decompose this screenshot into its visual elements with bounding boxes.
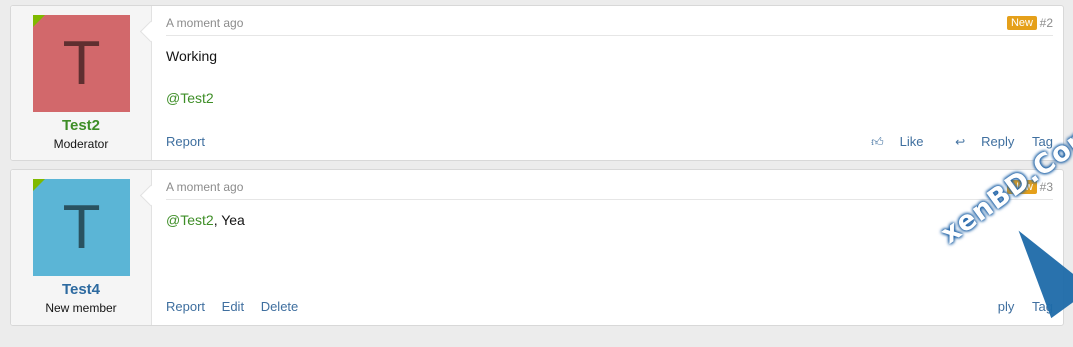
post-content: Working @Test2 [166,46,217,130]
post-content: @Test2, Yea [166,210,245,252]
user-info-panel: T Test4 New member [11,170,152,325]
new-badge: New [1006,16,1037,30]
report-link[interactable]: Report [166,134,205,149]
post-item: T Test4 New member A moment ago New #3 @… [10,169,1064,326]
thumbs-up-icon: 👍︎ [871,135,884,149]
post-number-link[interactable]: #2 [1040,16,1053,30]
reply-arrow-icon: ↩ [955,135,966,149]
edit-link[interactable]: Edit [222,299,244,314]
post-footer: Report Edit Delete ply Tag [166,299,1053,315]
avatar-letter: T [62,193,101,262]
user-title: New member [45,301,117,315]
online-indicator-icon [33,15,45,27]
avatar-letter: T [62,29,101,98]
like-button[interactable]: 👍︎ Like [857,134,923,149]
like-label: Like [899,134,924,149]
avatar[interactable]: T [33,179,130,276]
content-text: , Yea [213,212,245,228]
post-timestamp[interactable]: A moment ago [166,16,243,30]
reply-label: Reply [981,134,1015,149]
delete-link[interactable]: Delete [261,299,299,314]
username[interactable]: Test2 [11,117,151,134]
post-footer: Report 👍︎ Like ↩ Reply Tag [166,134,1053,150]
post-header: A moment ago New #2 [166,15,1053,36]
report-link[interactable]: Report [166,299,205,314]
user-mention-link[interactable]: @Test2 [166,212,214,228]
post-header: A moment ago New #3 [166,179,1053,200]
content-text: Working [166,48,218,64]
reply-button[interactable]: ↩ Reply [941,134,1014,149]
post-item: T Test2 Moderator A moment ago New #2 Wo… [10,5,1064,161]
user-title: Moderator [53,137,109,151]
username[interactable]: Test4 [11,281,151,298]
online-indicator-icon [33,179,45,191]
user-mention-link[interactable]: @Test2 [166,90,214,106]
avatar[interactable]: T [33,15,130,112]
user-info-panel: T Test2 Moderator [11,6,152,160]
post-timestamp[interactable]: A moment ago [166,180,243,194]
reply-button[interactable]: ply [998,299,1015,314]
